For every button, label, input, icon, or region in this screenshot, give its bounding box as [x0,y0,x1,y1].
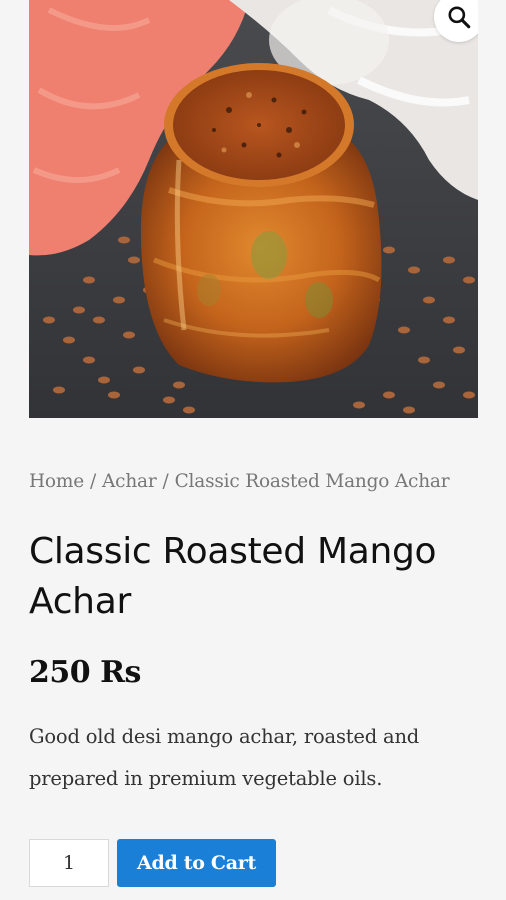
breadcrumb-separator: / [89,471,97,492]
breadcrumb-current: Classic Roasted Mango Achar [174,471,450,492]
quantity-input[interactable] [29,839,109,887]
breadcrumb-category-link[interactable]: Achar [102,471,157,492]
search-icon [448,6,471,29]
product-title: Classic Roasted Mango Achar [29,531,437,622]
product-image[interactable] [29,0,478,418]
breadcrumb-home-link[interactable]: Home [29,471,84,492]
product-price: 250 Rs [29,655,141,690]
breadcrumb: Home / Achar / Classic Roasted Mango Achar [29,471,489,492]
product-description: Good old desi mango achar, roasted and p… [29,725,420,790]
breadcrumb-separator: / [162,471,169,492]
add-to-cart-button[interactable]: Add to Cart [117,839,276,887]
